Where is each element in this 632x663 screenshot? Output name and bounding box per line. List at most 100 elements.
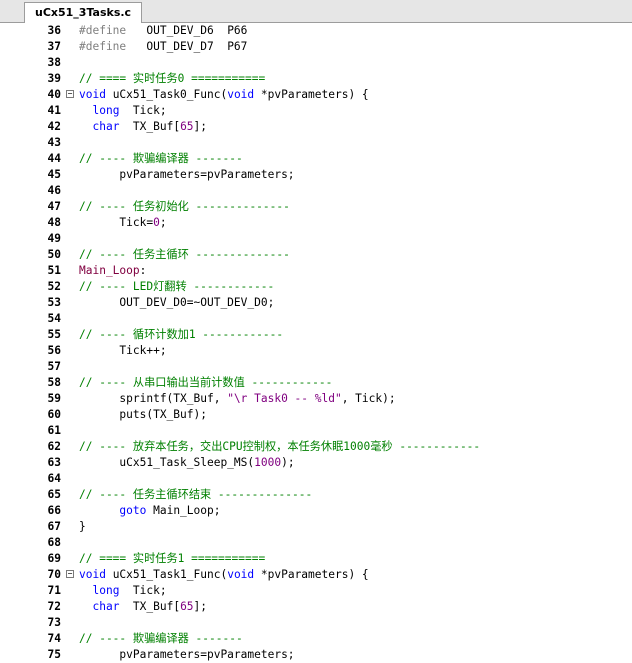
- code-line[interactable]: 41 long Tick;: [0, 103, 632, 119]
- code-line[interactable]: 72 char TX_Buf[65];: [0, 599, 632, 615]
- code-line[interactable]: 71 long Tick;: [0, 583, 632, 599]
- code-line[interactable]: 48 Tick=0;: [0, 215, 632, 231]
- code-line[interactable]: 58 // ---- 从串口输出当前计数值 ------------: [0, 375, 632, 391]
- code-line[interactable]: 61: [0, 423, 632, 439]
- line-number: 58: [47, 376, 61, 389]
- code-line[interactable]: 70− void uCx51_Task1_Func(void *pvParamet…: [0, 567, 632, 583]
- code-token: 0: [153, 216, 160, 229]
- code-line[interactable]: 63 uCx51_Task_Sleep_MS(1000);: [0, 455, 632, 471]
- code-token: // ---- LED灯翻转 ------------: [79, 280, 275, 293]
- line-number: 63: [47, 456, 61, 469]
- code-text: puts(TX_Buf);: [79, 407, 207, 423]
- code-token: *pvParameters) {: [254, 88, 369, 101]
- code-token: 1000: [254, 456, 282, 469]
- code-token: char: [92, 600, 120, 613]
- code-line[interactable]: 54: [0, 311, 632, 327]
- line-number: 36: [47, 24, 61, 37]
- code-line[interactable]: 67}: [0, 519, 632, 535]
- code-text: // ---- 从串口输出当前计数值 ------------: [79, 375, 332, 391]
- line-number: 75: [47, 648, 61, 661]
- code-line[interactable]: 47 // ---- 任务初始化 --------------: [0, 199, 632, 215]
- code-token: char: [92, 120, 120, 133]
- code-line[interactable]: 40− void uCx51_Task0_Func(void *pvParamet…: [0, 87, 632, 103]
- line-number: 57: [47, 360, 61, 373]
- line-number: 70: [47, 568, 61, 581]
- line-number: 60: [47, 408, 61, 421]
- code-token: OUT_DEV_D7 P67: [126, 40, 248, 53]
- code-token: // ---- 从串口输出当前计数值 ------------: [79, 376, 333, 389]
- code-line[interactable]: 69 // ==== 实时任务1 ===========: [0, 551, 632, 567]
- line-number: 56: [47, 344, 61, 357]
- code-token: ;: [159, 216, 167, 229]
- code-line[interactable]: 74 // ---- 欺骗编译器 -------: [0, 631, 632, 647]
- code-token: OUT_DEV_D0=~OUT_DEV_D0;: [79, 296, 275, 309]
- code-editor[interactable]: 36 #define OUT_DEV_D6 P66 37 #define OUT_DE…: [0, 23, 632, 663]
- file-tab[interactable]: uCx51_3Tasks.c: [24, 2, 143, 23]
- code-token: pvParameters=pvParameters;: [79, 168, 295, 181]
- line-number: 62: [47, 440, 61, 453]
- code-token: uCx51_Task_Sleep_MS(: [79, 456, 255, 469]
- code-text: }: [79, 519, 86, 535]
- line-number: 68: [47, 536, 61, 549]
- code-line[interactable]: 50 // ---- 任务主循环 --------------: [0, 247, 632, 263]
- code-text: // ---- LED灯翻转 ------------: [79, 279, 274, 295]
- code-line[interactable]: 57: [0, 359, 632, 375]
- code-line[interactable]: 65 // ---- 任务主循环结束 --------------: [0, 487, 632, 503]
- line-number: 44: [47, 152, 61, 165]
- code-line[interactable]: 64: [0, 471, 632, 487]
- file-tab-label: uCx51_3Tasks.c: [35, 6, 132, 19]
- code-token: Tick=: [79, 216, 154, 229]
- code-line[interactable]: 60 puts(TX_Buf);: [0, 407, 632, 423]
- fold-collapse-icon[interactable]: −: [66, 90, 74, 98]
- line-number: 51: [47, 264, 61, 277]
- code-text: // ---- 任务主循环 --------------: [79, 247, 290, 263]
- code-line[interactable]: 75 pvParameters=pvParameters;: [0, 647, 632, 663]
- code-text: sprintf(TX_Buf, "\r Task0 -- %ld", Tick)…: [79, 391, 395, 407]
- code-text: // ==== 实时任务0 ===========: [79, 71, 265, 87]
- code-line[interactable]: 55 // ---- 循环计数加1 ------------: [0, 327, 632, 343]
- code-line[interactable]: 52 // ---- LED灯翻转 ------------: [0, 279, 632, 295]
- code-line[interactable]: 38: [0, 55, 632, 71]
- line-number: 65: [47, 488, 61, 501]
- line-number: 52: [47, 280, 61, 293]
- code-line[interactable]: 37 #define OUT_DEV_D7 P67: [0, 39, 632, 55]
- line-number: 64: [47, 472, 61, 485]
- line-number: 59: [47, 392, 61, 405]
- code-line[interactable]: 44 // ---- 欺骗编译器 -------: [0, 151, 632, 167]
- code-text: // ---- 任务主循环结束 --------------: [79, 487, 312, 503]
- code-line[interactable]: 49: [0, 231, 632, 247]
- code-line[interactable]: 36 #define OUT_DEV_D6 P66: [0, 23, 632, 39]
- code-token: long: [92, 584, 120, 597]
- code-line[interactable]: 46: [0, 183, 632, 199]
- code-line[interactable]: 73: [0, 615, 632, 631]
- code-line[interactable]: 53 OUT_DEV_D0=~OUT_DEV_D0;: [0, 295, 632, 311]
- code-token: sprintf(TX_Buf,: [79, 392, 228, 405]
- code-line[interactable]: 56 Tick++;: [0, 343, 632, 359]
- code-token: Tick++;: [79, 344, 167, 357]
- code-text: void uCx51_Task1_Func(void *pvParameters…: [79, 567, 369, 583]
- code-token: // ---- 欺骗编译器 -------: [79, 152, 243, 165]
- code-line[interactable]: 45 pvParameters=pvParameters;: [0, 167, 632, 183]
- code-token: void: [227, 88, 255, 101]
- code-text: pvParameters=pvParameters;: [79, 647, 295, 663]
- code-line[interactable]: 43: [0, 135, 632, 151]
- code-token: goto: [119, 504, 147, 517]
- code-line[interactable]: 42 char TX_Buf[65];: [0, 119, 632, 135]
- code-token: pvParameters=pvParameters;: [79, 648, 295, 661]
- code-token: "\r Task0 -- %ld": [227, 392, 342, 405]
- code-token: void: [79, 88, 106, 101]
- code-line[interactable]: 39 // ==== 实时任务0 ===========: [0, 71, 632, 87]
- line-number: 46: [47, 184, 61, 197]
- code-text: char TX_Buf[65];: [79, 599, 207, 615]
- code-line[interactable]: 66 goto Main_Loop;: [0, 503, 632, 519]
- code-line[interactable]: 68: [0, 535, 632, 551]
- code-line[interactable]: 62 // ---- 放弃本任务，交出CPU控制权，本任务休眠1000毫秒 ---…: [0, 439, 632, 455]
- code-token: TX_Buf[: [119, 600, 181, 613]
- code-text: Main_Loop:: [79, 263, 146, 279]
- code-token: void: [79, 568, 106, 581]
- code-line[interactable]: 59 sprintf(TX_Buf, "\r Task0 -- %ld", Ti…: [0, 391, 632, 407]
- fold-collapse-icon[interactable]: −: [66, 570, 74, 578]
- code-line[interactable]: 51 Main_Loop:: [0, 263, 632, 279]
